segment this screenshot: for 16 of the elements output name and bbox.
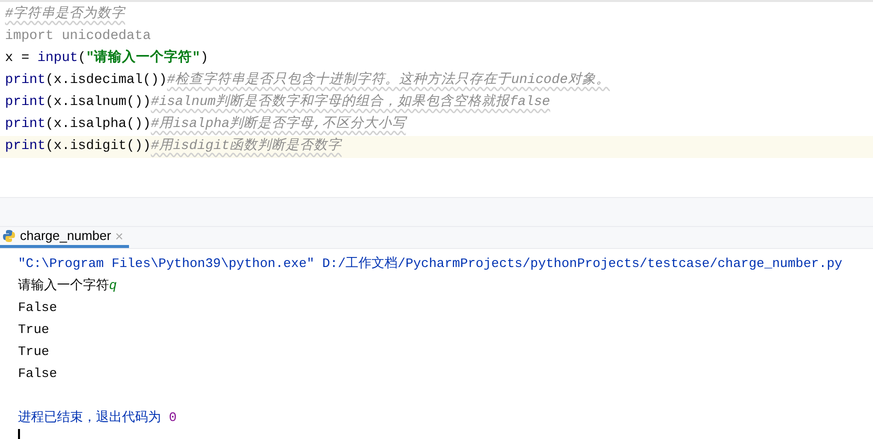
text-cursor xyxy=(18,429,20,439)
code-line: import unicodedata xyxy=(4,28,152,46)
console-line: False xyxy=(18,299,58,317)
console-line: 进程已结束，退出代码为 0 xyxy=(18,409,178,427)
console-line: "C:\Program Files\Python39\python.exe" D:/工作文档/PycharmProjects/pythonProjects/testcase/charge_number.py xyxy=(18,255,844,273)
console-line: True xyxy=(18,343,50,361)
console-line: 请输入一个字符q xyxy=(18,277,118,295)
run-tab[interactable]: charge_number × xyxy=(0,226,130,248)
code-line: print(x.isdecimal())#检查字符串是否只包含十进制字符。这种方法只存在于unicode对象。 xyxy=(4,70,611,90)
console-line: True xyxy=(18,321,50,339)
code-line: print(x.isalpha())#用isalpha判断是否字母,不区分大小写 xyxy=(4,114,408,134)
python-icon xyxy=(2,228,16,243)
code-line: x = input("请输入一个字符") xyxy=(4,48,210,68)
code-line: #字符串是否为数字 xyxy=(4,4,127,24)
console-line: False xyxy=(18,365,58,383)
code-line: print(x.isalnum())#isalnum判断是否数字和字母的组合，如果包含空格就报false xyxy=(4,92,552,112)
